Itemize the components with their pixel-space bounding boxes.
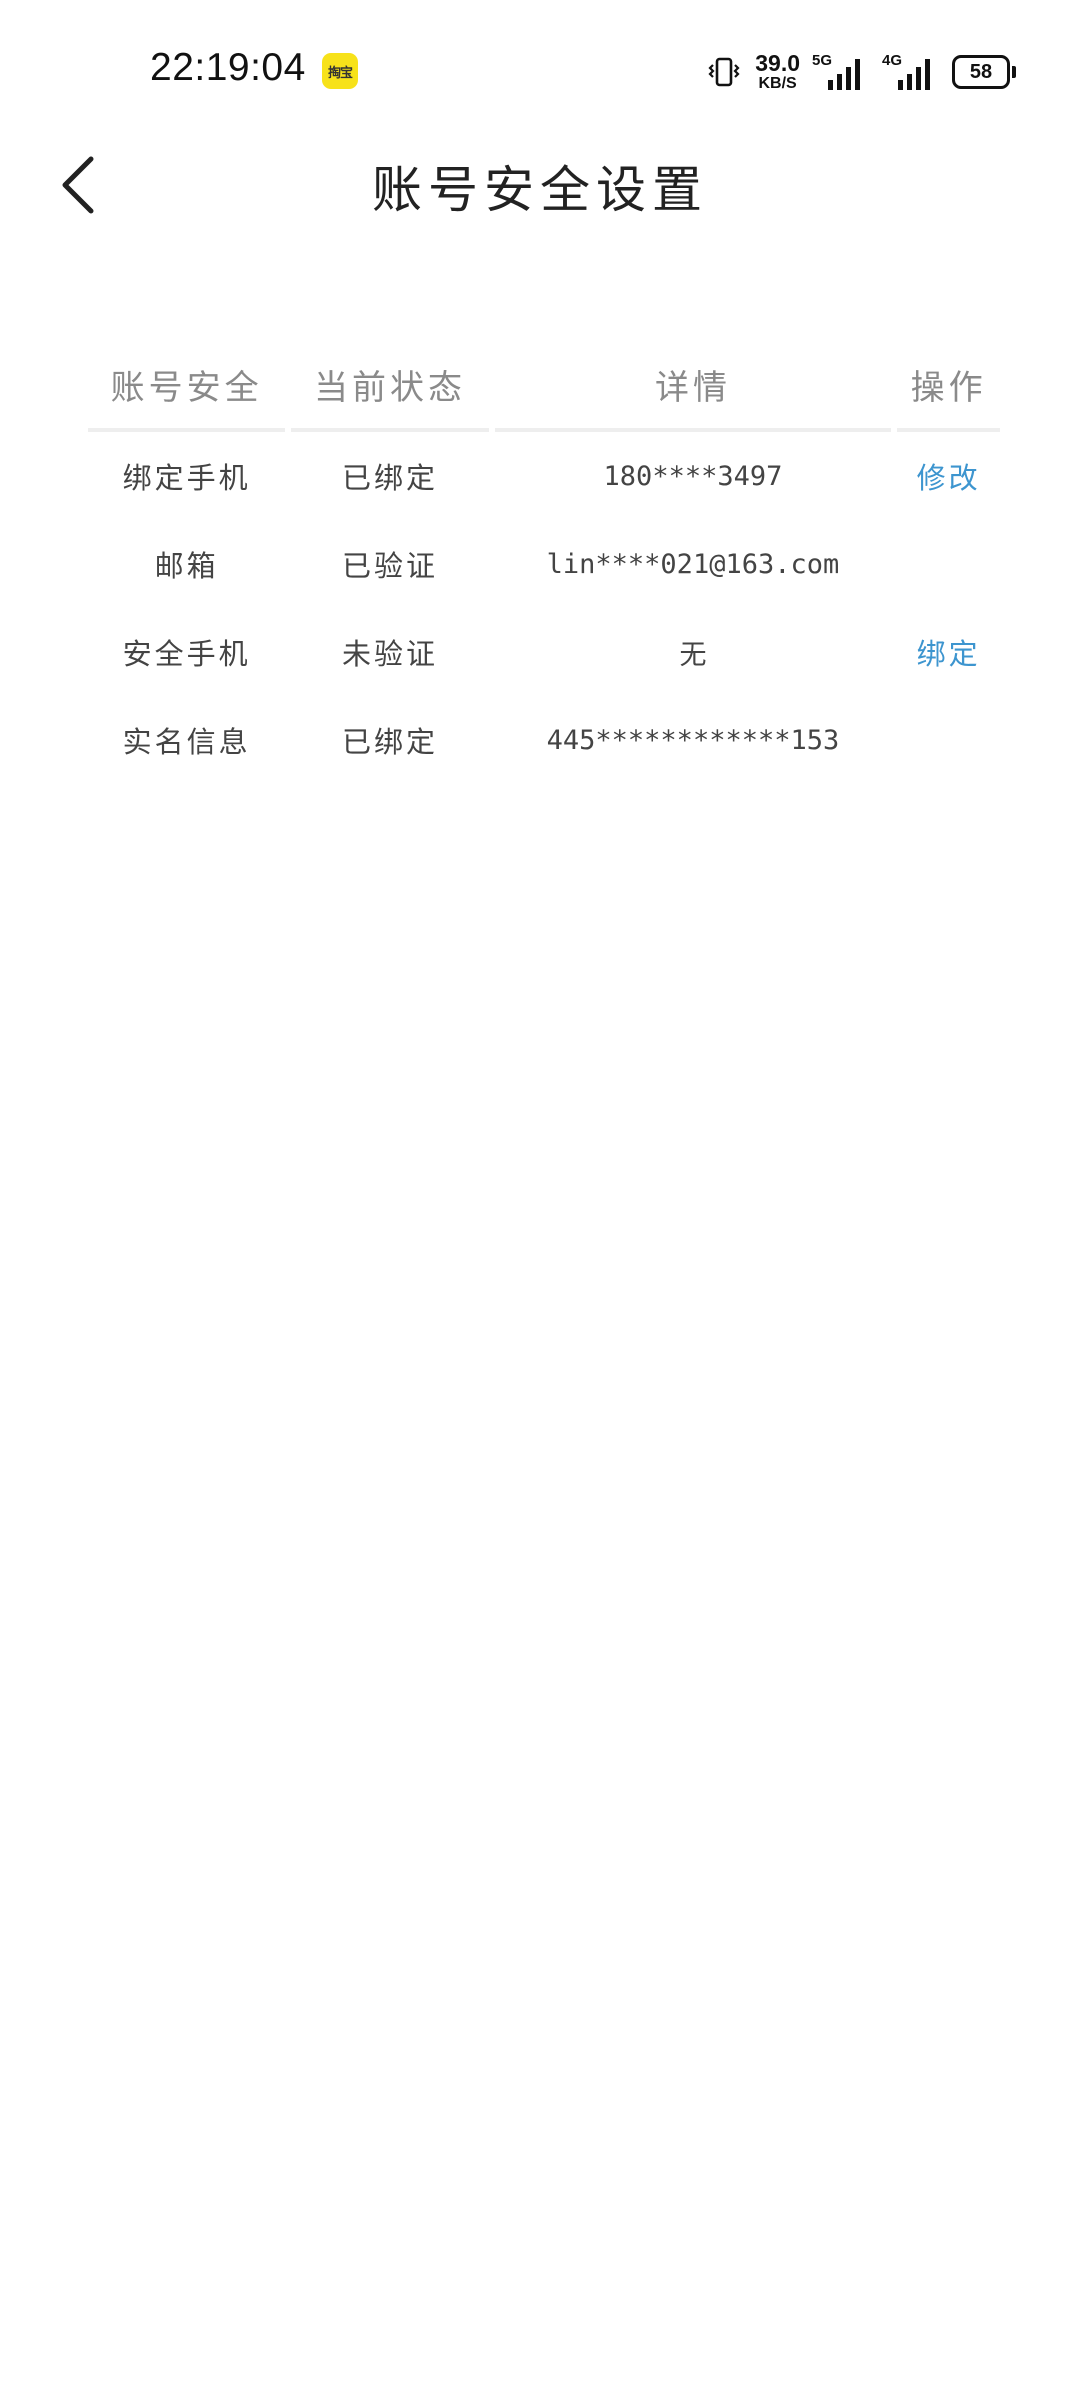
cell-action: 绑定 [897, 608, 1000, 696]
battery-cap [1012, 66, 1016, 78]
cell-status: 已绑定 [341, 461, 438, 495]
cell-action [897, 696, 1000, 784]
status-indicators: 39.0 KB/S 5G 4G 58 [707, 50, 1016, 94]
cell-action [897, 520, 1000, 608]
modify-phone-button[interactable]: 修改 [917, 461, 981, 495]
network-speed-value: 39.0 [755, 50, 800, 76]
header-status: 当前状态 [291, 340, 489, 432]
signal-4g-icon: 4G [882, 52, 938, 92]
table-row-bound-phone: 绑定手机 已绑定 180****3497 修改 [88, 432, 1000, 520]
cell-item: 邮箱 [154, 549, 219, 583]
cell-item: 实名信息 [122, 725, 251, 759]
status-bar: 22:19:04 掏宝 39.0 KB/S 5G 4G 58 [0, 0, 1080, 140]
cell-action: 修改 [897, 432, 1000, 520]
cell-detail: lin****021@163.com [546, 548, 840, 580]
network-speed: 39.0 KB/S [755, 52, 800, 92]
vibrate-icon [708, 57, 740, 87]
header-item: 账号安全 [88, 340, 286, 432]
table-header-row: 账号安全 当前状态 详情 操作 [88, 340, 1000, 432]
status-time: 22:19:04 [150, 46, 306, 89]
header-detail: 详情 [494, 340, 892, 432]
cell-item: 安全手机 [122, 637, 251, 671]
cell-item: 绑定手机 [122, 461, 251, 495]
network-speed-unit: KB/S [758, 75, 797, 92]
bind-security-phone-button[interactable]: 绑定 [917, 637, 981, 671]
table-row-email: 邮箱 已验证 lin****021@163.com [88, 520, 1000, 608]
app-notification-icon: 掏宝 [322, 53, 358, 89]
table-row-security-phone: 安全手机 未验证 无 绑定 [88, 608, 1000, 696]
page-header: 账号安全设置 [0, 140, 1080, 230]
battery-level: 58 [952, 55, 1010, 89]
signal-5g-icon: 5G [812, 52, 868, 92]
cell-status: 已绑定 [341, 725, 438, 759]
cell-detail: 445************153 [546, 724, 840, 756]
page-title: 账号安全设置 [372, 161, 708, 219]
battery-icon: 58 [952, 55, 1016, 89]
cell-detail: 180****3497 [603, 460, 783, 492]
account-security-table: 账号安全 当前状态 详情 操作 绑定手机 已绑定 180****3497 修改 … [82, 340, 1006, 784]
header-action: 操作 [897, 340, 1000, 432]
cell-detail: 无 [679, 639, 707, 671]
table-row-real-name: 实名信息 已绑定 445************153 [88, 696, 1000, 784]
cell-status: 已验证 [341, 549, 438, 583]
cell-status: 未验证 [341, 637, 438, 671]
